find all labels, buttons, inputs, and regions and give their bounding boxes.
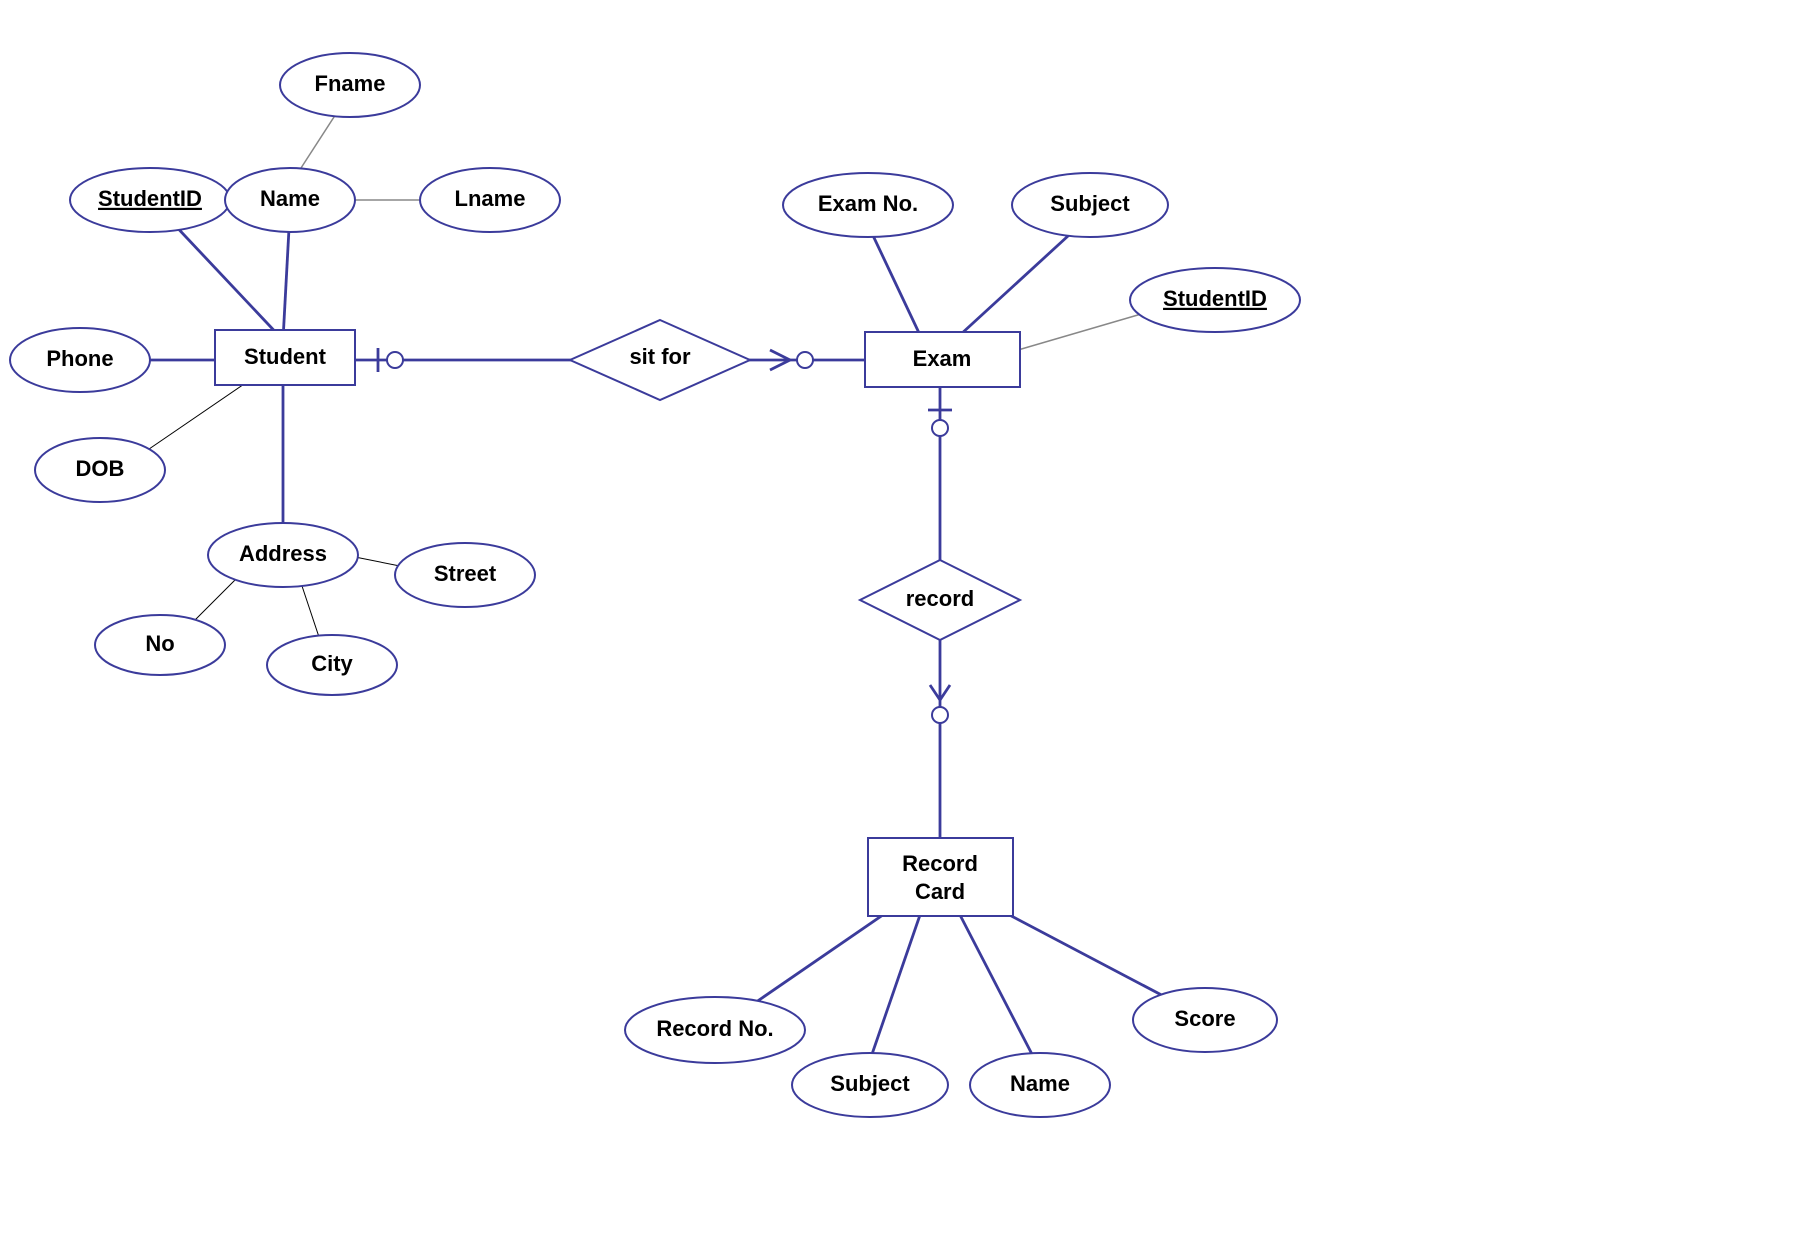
entity-student-label: Student	[244, 344, 327, 369]
relationship-sitfor-label: sit for	[629, 344, 691, 369]
attr-subject-rc-label: Subject	[830, 1071, 910, 1096]
attr-fname-label: Fname	[315, 71, 386, 96]
edge-exam-subject	[960, 225, 1080, 335]
relationship-record-label: record	[906, 586, 974, 611]
attr-subject-exam-label: Subject	[1050, 191, 1130, 216]
edge-rc-subject	[870, 915, 920, 1060]
attr-studentid-label: StudentID	[98, 186, 202, 211]
entity-exam: Exam	[865, 332, 1020, 387]
attr-lname-label: Lname	[455, 186, 526, 211]
relationship-record: record	[860, 560, 1020, 640]
attr-street-label: Street	[434, 561, 497, 586]
attr-street: Street	[395, 543, 535, 607]
edge-rc-name	[960, 915, 1035, 1060]
attr-fname: Fname	[280, 53, 420, 117]
edge-student-dob	[133, 380, 250, 460]
attr-city: City	[267, 635, 397, 695]
er-diagram: Student Exam Record Card sit for record …	[0, 0, 1800, 1250]
attr-name-label: Name	[260, 186, 320, 211]
edge-exam-examno	[868, 225, 920, 335]
attr-studentid: StudentID	[70, 168, 230, 232]
entity-recordcard-label-2: Card	[915, 879, 965, 904]
attr-examno-label: Exam No.	[818, 191, 918, 216]
attr-studentid-exam-label: StudentID	[1163, 286, 1267, 311]
attr-lname: Lname	[420, 168, 560, 232]
edge-exam-studentid	[1018, 310, 1155, 350]
attr-recordno-label: Record No.	[656, 1016, 773, 1041]
attr-phone-label: Phone	[46, 346, 113, 371]
attr-subject-exam: Subject	[1012, 173, 1168, 237]
attr-dob: DOB	[35, 438, 165, 502]
entity-recordcard-label-1: Record	[902, 851, 978, 876]
attr-studentid-exam: StudentID	[1130, 268, 1300, 332]
attr-dob-label: DOB	[76, 456, 125, 481]
attr-no-label: No	[145, 631, 174, 656]
attr-address-label: Address	[239, 541, 327, 566]
attr-city-label: City	[311, 651, 353, 676]
entity-student: Student	[215, 330, 355, 385]
attr-subject-rc: Subject	[792, 1053, 948, 1117]
edge-student-studentid	[170, 220, 283, 340]
edge-address-city	[300, 580, 320, 640]
attr-name: Name	[225, 168, 355, 232]
attr-recordno: Record No.	[625, 997, 805, 1063]
attr-name-rc: Name	[970, 1053, 1110, 1117]
entity-exam-label: Exam	[913, 346, 972, 371]
attr-no: No	[95, 615, 225, 675]
attr-phone: Phone	[10, 328, 150, 392]
attr-address: Address	[208, 523, 358, 587]
attr-score-label: Score	[1174, 1006, 1235, 1031]
relationship-sitfor: sit for	[570, 320, 750, 400]
attr-name-rc-label: Name	[1010, 1071, 1070, 1096]
entity-recordcard: Record Card	[868, 838, 1013, 916]
attr-score: Score	[1133, 988, 1277, 1052]
attr-examno: Exam No.	[783, 173, 953, 237]
